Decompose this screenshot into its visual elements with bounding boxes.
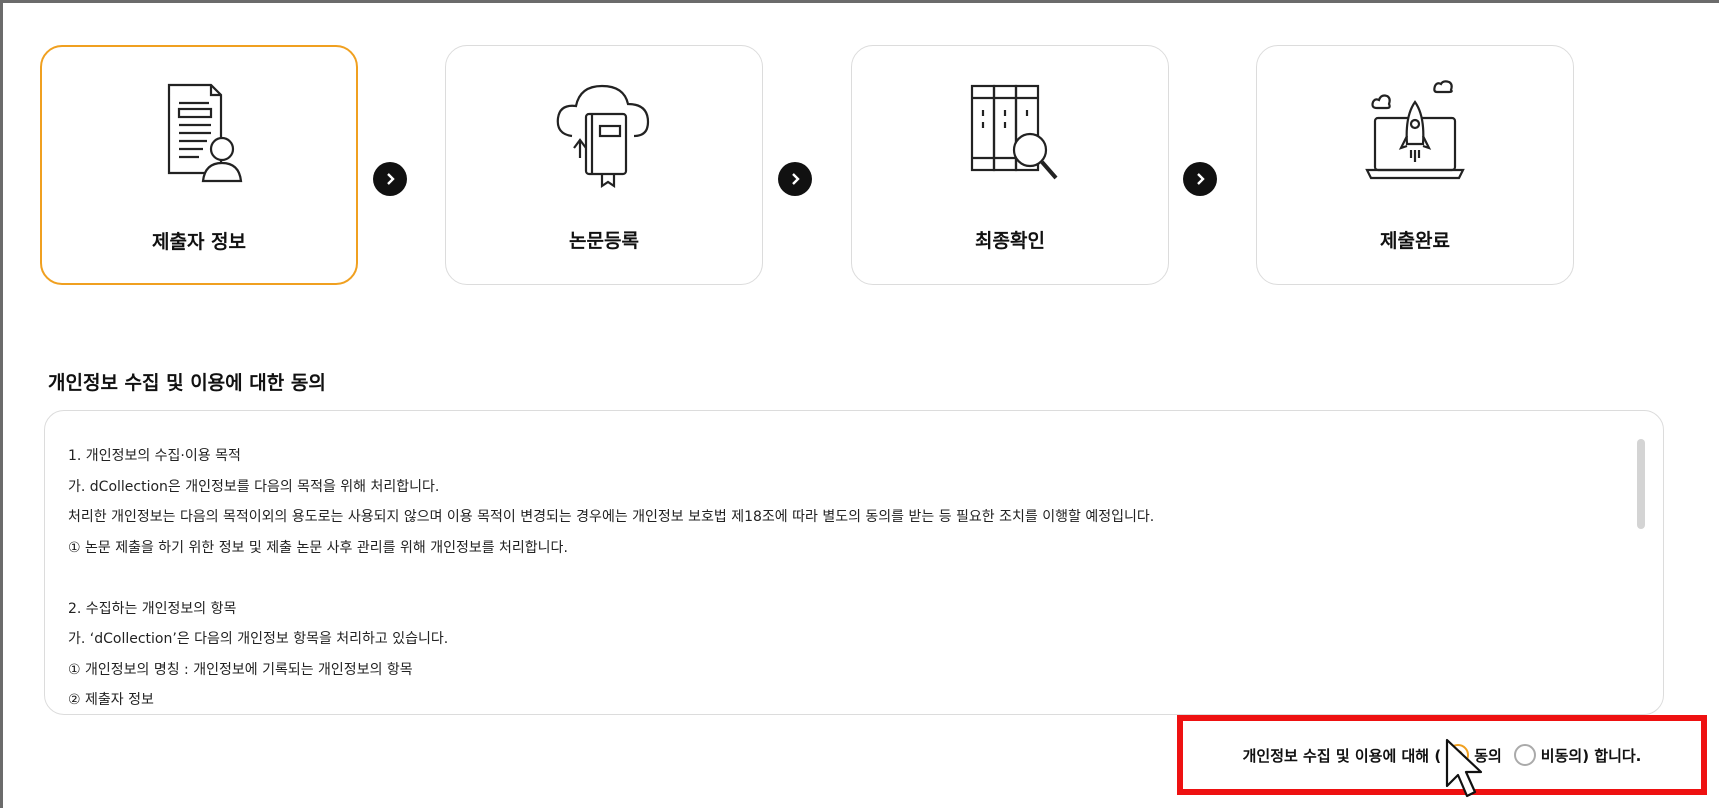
terms-scrollbar[interactable] — [1637, 439, 1645, 529]
terms-blank-line — [68, 563, 1603, 594]
step-submitter-info[interactable]: 제출자 정보 — [40, 45, 358, 285]
step-label: 제출자 정보 — [151, 231, 246, 253]
terms-content: 1. 개인정보의 수집·이용 목적 가. dCollection은 개인정보를 … — [68, 441, 1603, 714]
chevron-right-icon — [778, 162, 812, 196]
terms-line: ② 제출자 정보 — [68, 692, 154, 708]
step-final-check[interactable]: 최종확인 — [851, 45, 1169, 285]
mouse-cursor-icon — [1445, 738, 1483, 798]
terms-line: 가. dCollection은 개인정보를 다음의 목적을 위해 처리합니다. — [68, 478, 440, 495]
consent-suffix: ) 합니다. — [1582, 746, 1642, 765]
chevron-right-icon — [1183, 162, 1217, 196]
cloud-book-upload-icon — [556, 84, 650, 189]
chevron-right-icon — [373, 162, 407, 196]
terms-line: 처리한 개인정보는 다음의 목적이외의 용도로는 사용되지 않으며 이용 목적이… — [68, 509, 1155, 525]
terms-line: 1. 개인정보의 수집·이용 목적 — [68, 448, 241, 464]
step-label: 제출완료 — [1380, 230, 1450, 252]
terms-line: ① 개인정보의 명칭 : 개인정보에 기록되는 개인정보의 항목 — [68, 661, 413, 678]
terms-line: ① 논문 제출을 하기 위한 정보 및 제출 논문 사후 관리를 위해 개인정보… — [68, 539, 568, 556]
binders-magnifier-icon — [970, 84, 1058, 180]
step-label: 최종확인 — [975, 230, 1045, 252]
submission-steps: 제출자 정보 논문등록 최종확인 제출완료 — [0, 0, 1719, 290]
step-submission-complete[interactable]: 제출완료 — [1256, 45, 1574, 285]
disagree-radio[interactable] — [1513, 744, 1536, 766]
terms-line: 2. 수집하는 개인정보의 항목 — [68, 600, 237, 617]
consent-row: 개인정보 수집 및 이용에 대해 ( 동의 비동의 ) 합니다. — [1177, 715, 1707, 795]
disagree-label[interactable]: 비동의 — [1541, 745, 1582, 766]
document-person-icon — [167, 83, 243, 183]
terms-line: 가. ‘dCollection’은 다음의 개인정보 항목을 처리하고 있습니다… — [68, 631, 449, 647]
laptop-rocket-icon — [1365, 80, 1465, 180]
step-label: 논문등록 — [569, 230, 639, 252]
section-title: 개인정보 수집 및 이용에 대한 동의 — [48, 372, 326, 394]
step-paper-registration[interactable]: 논문등록 — [445, 45, 763, 285]
consent-prefix: 개인정보 수집 및 이용에 대해 ( — [1242, 746, 1442, 765]
terms-scroll-box[interactable]: 1. 개인정보의 수집·이용 목적 가. dCollection은 개인정보를 … — [44, 410, 1664, 715]
